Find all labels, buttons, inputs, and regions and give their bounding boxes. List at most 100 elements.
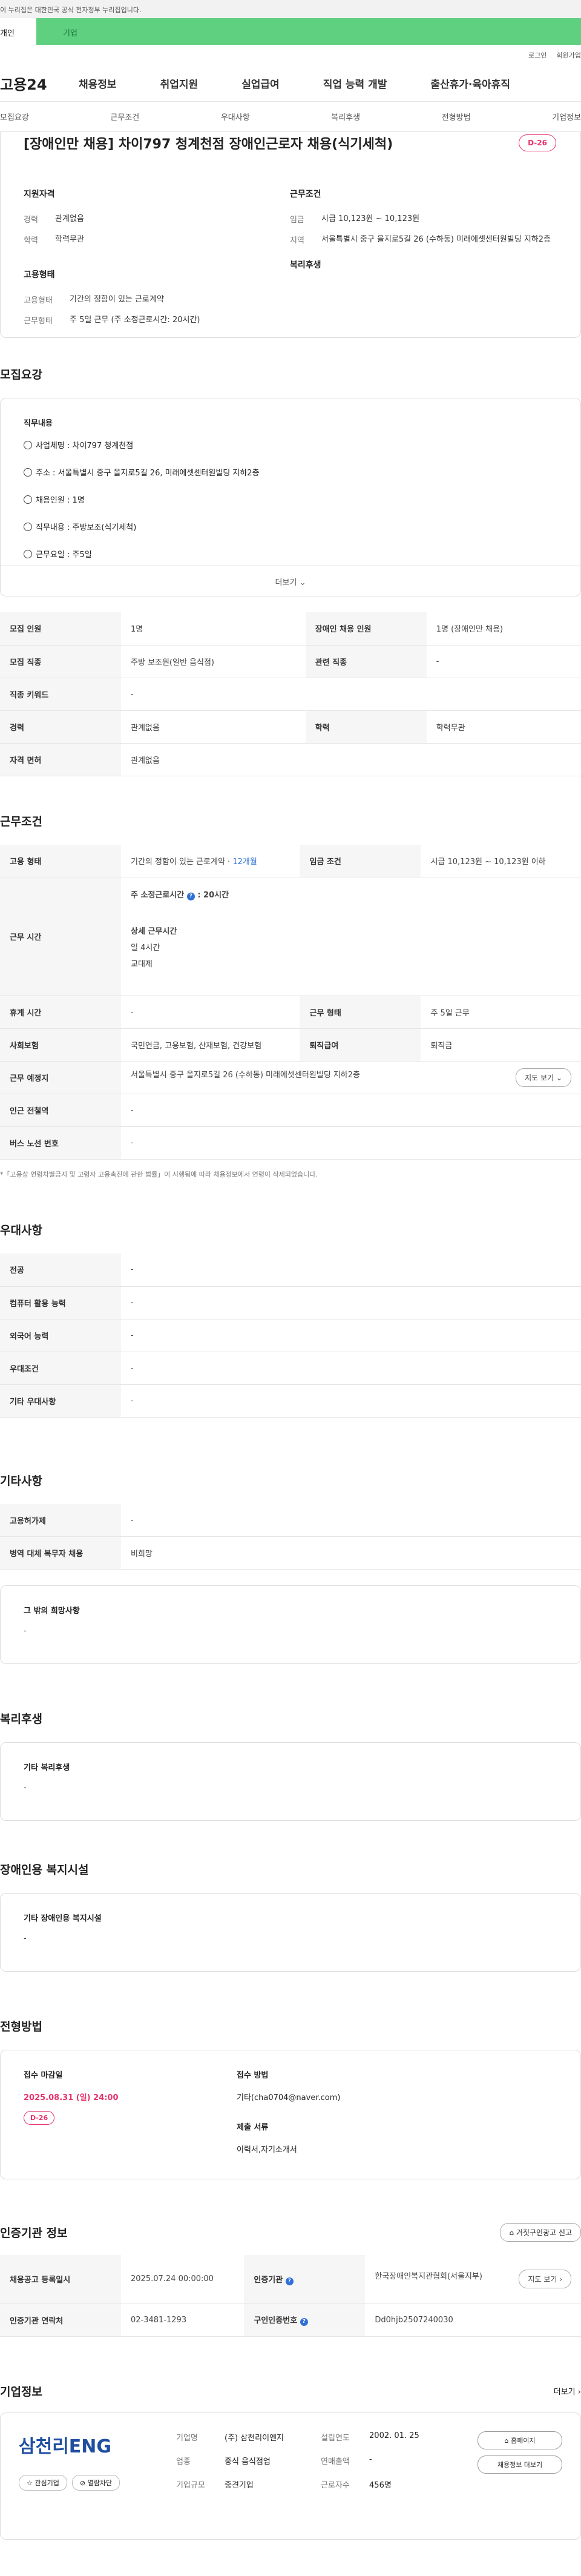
cell-label: 모집 인원 xyxy=(0,612,121,646)
gnb-jobs[interactable]: 채용정보 xyxy=(79,76,117,91)
job-desc-heading: 직무내용 xyxy=(24,419,53,428)
circle-icon xyxy=(24,467,32,477)
co-value: (주) 삼천리이엔지 xyxy=(225,2433,284,2443)
site-logo[interactable]: 고용24 xyxy=(0,73,79,94)
emp-label: 근무형태 xyxy=(24,316,53,326)
qual-value: 관계없음 xyxy=(55,214,84,223)
co-value: 중식 음식점업 xyxy=(225,2457,271,2466)
etc-box-heading: 그 밖의 희망사항 xyxy=(24,1607,80,1616)
co-label: 연매출액 xyxy=(321,2457,350,2466)
co-label: 기업명 xyxy=(176,2433,198,2443)
more-button[interactable]: 더보기 ⌄ xyxy=(1,566,580,596)
block-company-button[interactable]: ⊘ 열람차단 xyxy=(71,2474,120,2491)
emp-label: 고용형태 xyxy=(24,296,53,305)
co-value: 중견기업 xyxy=(225,2480,254,2490)
utility-menu: 로그인 회원가입 xyxy=(0,45,581,65)
qual-label: 경력 xyxy=(24,216,38,225)
qual-label: 학력 xyxy=(24,236,38,245)
cell-label: 채용공고 등록일시 xyxy=(0,2255,121,2304)
gnb-training[interactable]: 직업 능력 개발 xyxy=(323,76,387,91)
signup-link[interactable]: 회원가입 xyxy=(557,50,581,60)
cell-value: 비희망 xyxy=(121,1536,581,1570)
shift-value: 교대제 xyxy=(131,960,153,969)
cell-value: - xyxy=(121,1384,581,1418)
screen-box: 접수 마감일 2025.08.31 (일) 24:00 D-26 접수 방법 기… xyxy=(0,2050,581,2179)
welfare-section-title: 복리후생 xyxy=(0,1712,42,1726)
cell-value: 서울특별시 중구 을지로5길 26 (수하동) 미래에셋센터원빌딩 지하2층 지도… xyxy=(121,1061,581,1094)
circle-icon xyxy=(24,522,32,531)
facility-section-title: 장애인용 복지시설 xyxy=(0,1863,89,1877)
cell-label: 관련 직종 xyxy=(305,645,427,678)
cell-value: 1명 (장애인만 채용) xyxy=(426,612,581,646)
cond-label: 임금 xyxy=(290,216,304,225)
recruit-section-title: 모집요강 xyxy=(0,368,42,381)
cell-value: - xyxy=(121,1094,581,1127)
gnb-employment[interactable]: 취업지원 xyxy=(160,76,199,91)
cell-value: 관계없음 xyxy=(121,743,581,776)
gov-banner: 이 누리집은 대한민국 공식 전자정부 누리집입니다. xyxy=(0,0,581,18)
cell-value: 주 5일 근무 xyxy=(421,996,581,1029)
cell-label: 전공 xyxy=(0,1253,121,1287)
cell-label: 외국어 능력 xyxy=(0,1319,121,1352)
anchor-work[interactable]: 근무조건 xyxy=(110,111,139,122)
co-value: - xyxy=(369,2454,372,2464)
job-desc-item: 사업체명 : 차이797 청계천점 xyxy=(36,441,134,451)
gnb-leave[interactable]: 출산휴가·육아휴직 xyxy=(430,76,510,91)
welfare-box-heading: 기타 복리후생 xyxy=(24,1763,70,1772)
company-section-title: 기업정보 xyxy=(0,2385,42,2399)
cell-label: 퇴직급여 xyxy=(300,1028,421,1062)
map-button[interactable]: 지도 보기 ⌄ xyxy=(516,1068,571,1087)
agency-map-button[interactable]: 지도 보기 › xyxy=(519,2270,571,2289)
etc-table: 고용허가제 - 병역 대체 복무자 채용 비희망 xyxy=(0,1504,581,1570)
detail-time-value: 일 4시간 xyxy=(131,943,160,953)
circle-icon xyxy=(24,549,32,558)
cell-label: 인증기관 ? xyxy=(244,2255,366,2304)
anchor-screen[interactable]: 전형방법 xyxy=(442,111,471,122)
dday-badge: D-26 xyxy=(519,134,556,151)
co-label: 기업규모 xyxy=(176,2480,205,2490)
question-icon[interactable]: ? xyxy=(186,893,195,900)
pref-section-title: 우대사항 xyxy=(0,1224,42,1237)
qual-heading: 지원자격 xyxy=(24,190,55,199)
job-summary-card: [장애인만 채용] 차이797 청계천점 장애인근로자 채용(식기세척) D-2… xyxy=(0,132,581,338)
company-card: 삼천리ENG ☆ 관심기업 ⊘ 열람차단 기업명 (주) 삼천리이엔지 업종 중식 … xyxy=(0,2412,581,2540)
cell-value: - xyxy=(426,645,581,678)
welfare-box-value: - xyxy=(24,1783,27,1792)
cell-value: - xyxy=(121,1319,581,1352)
co-label: 근로자수 xyxy=(321,2480,350,2490)
homepage-button[interactable]: ⌂ 홈페이지 xyxy=(478,2431,562,2449)
tab-company[interactable]: 기업 xyxy=(36,18,581,45)
anchor-pref[interactable]: 우대사항 xyxy=(221,111,250,122)
work-section-title: 근무조건 xyxy=(0,814,42,828)
age-note: *「고용상 연령차별금지 및 고령자 고용촉진에 관한 법률」이 시행됨에 따라… xyxy=(0,1171,318,1178)
cond-label: 지역 xyxy=(290,236,304,245)
anchor-welfare[interactable]: 복리후생 xyxy=(331,111,360,122)
company-more-link[interactable]: 더보기 › xyxy=(554,2385,581,2397)
gnb-unemployment[interactable]: 실업급여 xyxy=(241,76,280,91)
tab-personal[interactable]: 개인 xyxy=(0,18,36,45)
cond-value: 시급 10,123원 ~ 10,123원 xyxy=(321,214,420,223)
job-desc-item: 주소 : 서울특별시 중구 을지로5길 26, 미래에셋센터원빌딩 지하2층 xyxy=(36,469,260,478)
cell-label: 모집 직종 xyxy=(0,645,121,678)
login-link[interactable]: 로그인 xyxy=(528,50,547,60)
deadline-value: 2025.08.31 (일) 24:00 xyxy=(24,2093,119,2102)
anchor-company[interactable]: 기업정보 xyxy=(552,111,581,122)
job-desc-item: 근무요일 : 주5일 xyxy=(36,550,92,560)
question-icon[interactable]: ? xyxy=(285,2277,294,2285)
welfare-heading: 복리후생 xyxy=(290,260,321,270)
cell-label: 병역 대체 복무자 채용 xyxy=(0,1536,121,1570)
cell-label: 인근 전철역 xyxy=(0,1094,121,1127)
like-company-button[interactable]: ☆ 관심기업 xyxy=(19,2474,67,2491)
cell-label: 경력 xyxy=(0,710,121,744)
question-icon[interactable]: ? xyxy=(300,2318,308,2326)
anchor-recruit[interactable]: 모집요강 xyxy=(0,111,29,122)
pref-table: 전공 - 컴퓨터 활용 능력 - 외국어 능력 - 우대조건 - 기타 우대사항 - xyxy=(0,1253,581,1418)
report-button[interactable]: ⌂ 거짓구인광고 신고 xyxy=(500,2223,581,2242)
cell-label: 휴게 시간 xyxy=(0,996,121,1029)
cell-value: 2025.07.24 00:00:00 xyxy=(121,2255,245,2304)
block-icon: ⊘ xyxy=(79,2479,86,2487)
company-jobs-button[interactable]: 채용정보 더보기 xyxy=(478,2455,562,2474)
method-label: 접수 방법 xyxy=(237,2071,269,2080)
global-nav: 고용24 채용정보 취업지원 실업급여 직업 능력 개발 출산휴가·육아휴직 xyxy=(0,65,581,102)
cell-label: 사회보험 xyxy=(0,1028,121,1062)
